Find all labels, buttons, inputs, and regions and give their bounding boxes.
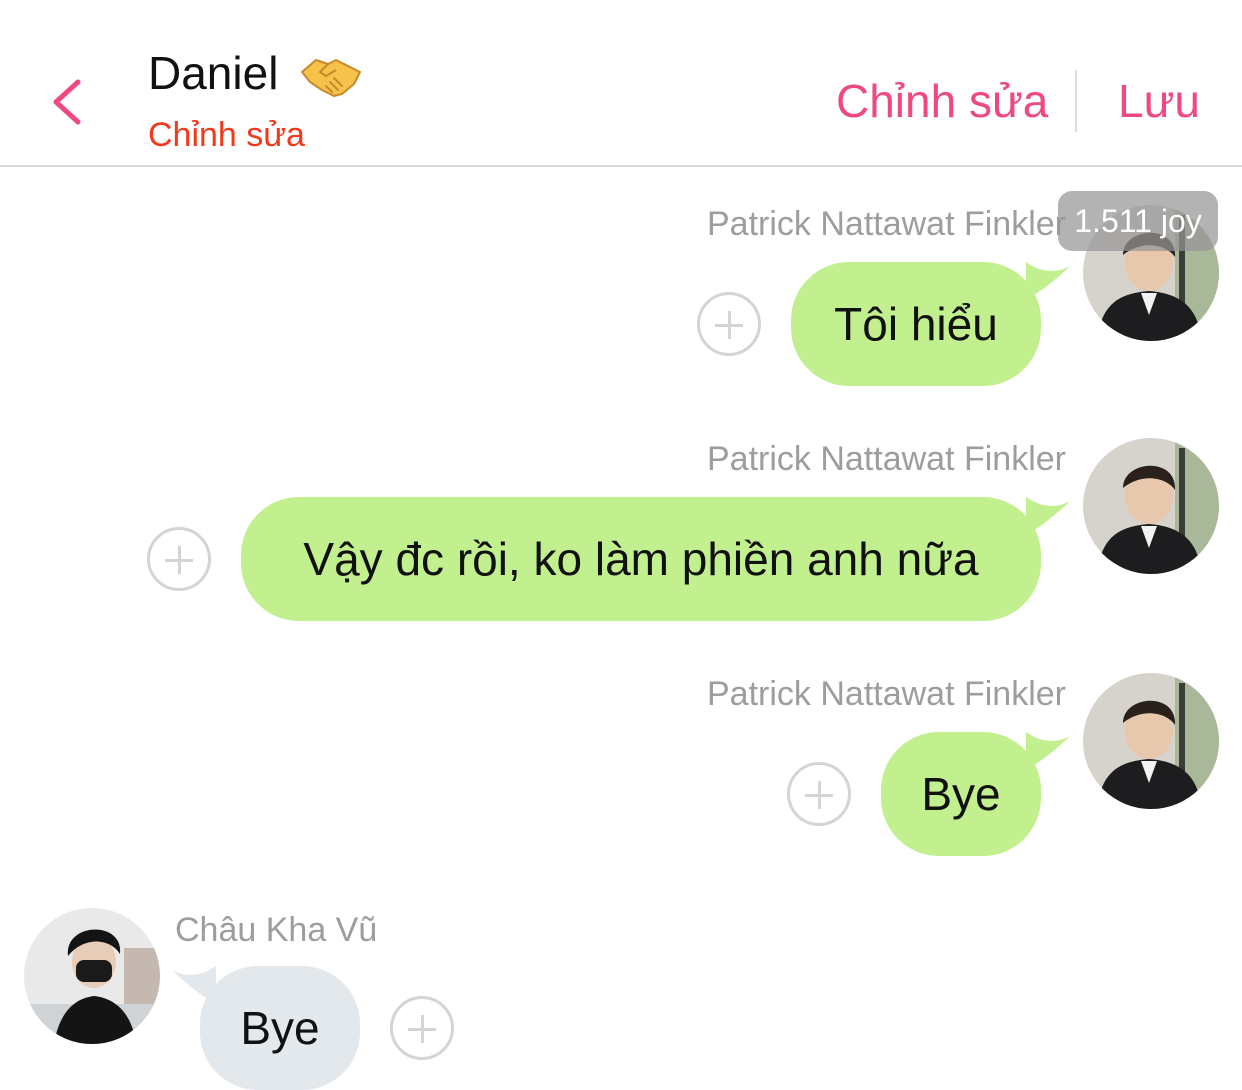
- add-reaction-button[interactable]: [390, 996, 454, 1060]
- message-sender-name: Châu Kha Vũ: [175, 911, 378, 949]
- message-bubble[interactable]: Tôi hiểu: [791, 262, 1041, 386]
- joy-badge: 1.511 joy: [1058, 191, 1218, 251]
- bubble-tail: [1026, 497, 1070, 535]
- message-bubble[interactable]: Bye: [200, 966, 360, 1090]
- add-reaction-button[interactable]: [787, 762, 851, 826]
- add-reaction-button[interactable]: [147, 527, 211, 591]
- message-bubble[interactable]: Vậy đc rồi, ko làm phiền anh nữa: [241, 497, 1041, 621]
- message-sender-name: Patrick Nattawat Finkler: [707, 675, 1066, 713]
- back-chevron-icon[interactable]: [44, 72, 96, 132]
- message-sender-name: Patrick Nattawat Finkler: [707, 205, 1066, 243]
- chat-subtitle[interactable]: Chỉnh sửa: [148, 116, 305, 155]
- edit-button[interactable]: Chỉnh sửa: [836, 74, 1048, 128]
- bubble-tail: [1026, 262, 1070, 300]
- avatar[interactable]: [24, 908, 160, 1044]
- avatar[interactable]: [1083, 673, 1219, 809]
- chat-header: Daniel Chỉnh sửa Chỉnh sửa Lưu: [0, 0, 1242, 167]
- add-reaction-button[interactable]: [697, 292, 761, 356]
- avatar[interactable]: [1083, 438, 1219, 574]
- message-bubble[interactable]: Bye: [881, 732, 1041, 856]
- bubble-tail: [1026, 732, 1070, 770]
- chat-title: Daniel: [148, 47, 279, 99]
- message-sender-name: Patrick Nattawat Finkler: [707, 440, 1066, 478]
- handshake-icon: [301, 59, 361, 97]
- save-button[interactable]: Lưu: [1118, 74, 1200, 128]
- header-divider: [1075, 70, 1077, 132]
